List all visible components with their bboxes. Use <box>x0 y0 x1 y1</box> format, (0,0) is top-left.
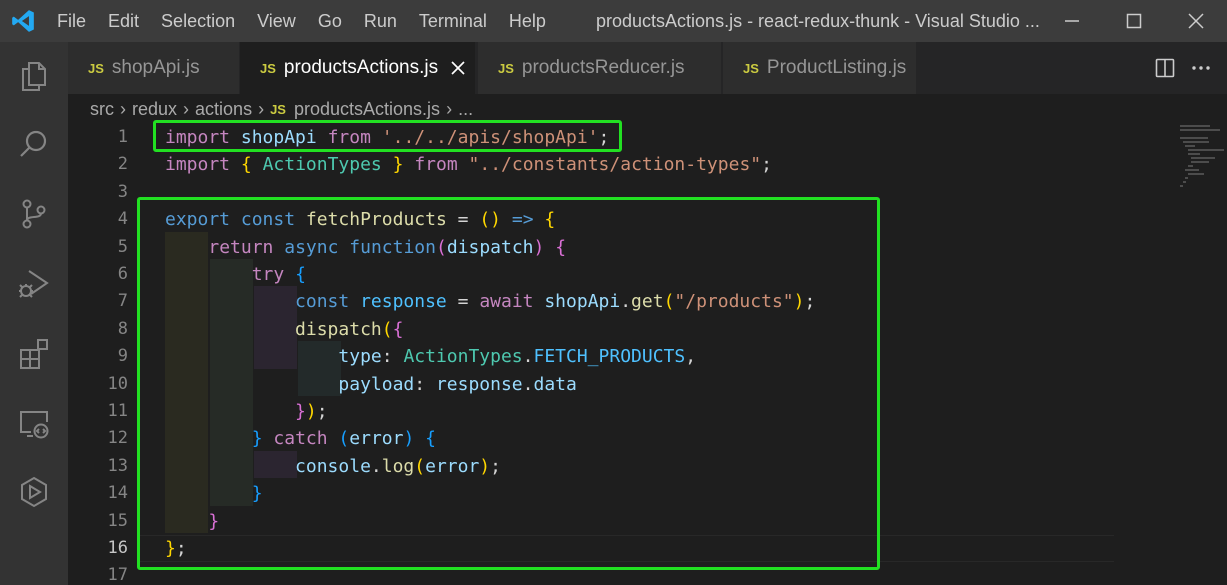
close-icon <box>1188 13 1204 29</box>
breadcrumb-symbol[interactable]: ... <box>458 99 473 120</box>
explorer-icon[interactable] <box>12 54 56 98</box>
line-number: 9 <box>117 346 128 367</box>
line-number: 13 <box>107 455 128 476</box>
breadcrumb-src[interactable]: src <box>90 99 114 120</box>
menu-selection[interactable]: Selection <box>150 0 246 42</box>
minimap-line <box>1185 145 1195 147</box>
minimize-button[interactable] <box>1041 0 1103 42</box>
minimap-line <box>1180 125 1210 127</box>
line-number: 5 <box>117 236 128 257</box>
line-number: 1 <box>117 127 128 147</box>
minimap-line <box>1180 129 1220 131</box>
tab-productlisting[interactable]: JS ProductListing.js <box>723 42 917 94</box>
close-window-button[interactable] <box>1165 0 1227 42</box>
tab-productsreducer[interactable]: JS productsReducer.js <box>478 42 722 94</box>
minimap-line <box>1185 169 1199 171</box>
minimap-line <box>1183 141 1209 143</box>
minimap[interactable] <box>1180 122 1225 585</box>
menu-edit[interactable]: Edit <box>97 0 150 42</box>
line-number: 3 <box>117 181 128 202</box>
line-number: 17 <box>107 565 128 585</box>
menu-bar: File Edit Selection View Go Run Terminal… <box>46 0 557 42</box>
chevron-right-icon: › <box>446 98 453 119</box>
vscode-logo-icon <box>0 0 46 42</box>
js-file-icon: JS <box>260 60 276 76</box>
line-number: 2 <box>117 154 128 175</box>
line-number-gutter: 1 2 3 4 5 6 7 8 9 10 11 12 13 14 15 16 1… <box>68 122 138 585</box>
minimap-line <box>1180 137 1208 139</box>
run-debug-icon[interactable] <box>12 262 56 306</box>
source-control-icon[interactable] <box>12 192 56 236</box>
maximize-icon <box>1126 13 1142 29</box>
remote-explorer-icon[interactable] <box>12 402 56 446</box>
menu-view[interactable]: View <box>246 0 307 42</box>
minimize-icon <box>1065 20 1079 22</box>
chevron-right-icon: › <box>120 98 126 119</box>
line-number: 6 <box>117 264 128 284</box>
minimap-line <box>1180 185 1183 187</box>
js-file-icon: JS <box>743 60 759 76</box>
breadcrumb-file[interactable]: productsActions.js <box>294 99 440 120</box>
line-number: 4 <box>117 209 128 230</box>
highlight-box-function <box>137 197 880 570</box>
chevron-right-icon: › <box>258 98 265 119</box>
menu-run[interactable]: Run <box>353 0 408 42</box>
js-file-icon: JS <box>498 60 514 76</box>
menu-terminal[interactable]: Terminal <box>408 0 498 42</box>
breadcrumb-actions[interactable]: actions <box>195 99 252 120</box>
window-controls <box>1041 0 1227 42</box>
testing-icon[interactable] <box>12 470 56 514</box>
line-number: 14 <box>107 483 128 504</box>
editor-tab-bar: JS shopApi.js JS productsActions.js JS p… <box>68 42 1227 94</box>
js-file-icon: JS <box>270 101 286 117</box>
title-bar: File Edit Selection View Go Run Terminal… <box>0 0 1227 42</box>
line-number: 10 <box>107 373 128 394</box>
minimap-line <box>1188 173 1204 175</box>
tab-label: shopApi.js <box>111 57 200 78</box>
breadcrumb: src › redux › actions › JS productsActio… <box>90 96 473 122</box>
line-number: 11 <box>107 401 128 421</box>
maximize-button[interactable] <box>1103 0 1165 42</box>
tab-productsactions[interactable]: JS productsActions.js <box>240 42 476 94</box>
minimap-line <box>1191 157 1215 159</box>
menu-help[interactable]: Help <box>498 0 557 42</box>
line-number-active: 16 <box>107 538 128 558</box>
line-number: 15 <box>107 510 128 531</box>
breadcrumb-redux[interactable]: redux <box>132 99 177 120</box>
js-file-icon: JS <box>88 60 104 76</box>
line-number: 7 <box>117 291 128 312</box>
menu-go[interactable]: Go <box>307 0 353 42</box>
minimap-line <box>1188 165 1193 167</box>
minimap-line <box>1188 153 1200 155</box>
editor-actions <box>1147 42 1227 94</box>
tab-label: productsReducer.js <box>521 57 685 78</box>
highlight-box-import <box>153 120 622 152</box>
code-line: import { ActionTypes } from "../constant… <box>165 154 772 176</box>
minimap-line <box>1191 161 1209 163</box>
window-title: productsActions.js - react-redux-thunk -… <box>596 11 1040 31</box>
chevron-right-icon: › <box>183 98 190 119</box>
extensions-icon[interactable] <box>12 332 56 376</box>
line-number: 8 <box>117 318 128 339</box>
search-icon[interactable] <box>12 122 56 166</box>
activity-bar <box>0 42 68 585</box>
split-editor-icon[interactable] <box>1147 50 1183 86</box>
line-number: 12 <box>107 428 128 449</box>
tab-label: ProductListing.js <box>766 57 907 78</box>
minimap-line <box>1185 177 1188 179</box>
tab-label: productsActions.js <box>283 57 439 78</box>
more-actions-icon[interactable] <box>1183 50 1219 86</box>
minimap-line <box>1188 149 1224 151</box>
minimap-line <box>1183 181 1186 183</box>
menu-file[interactable]: File <box>46 0 97 42</box>
close-tab-icon[interactable] <box>448 58 468 78</box>
tab-shopapi[interactable]: JS shopApi.js <box>68 42 240 94</box>
